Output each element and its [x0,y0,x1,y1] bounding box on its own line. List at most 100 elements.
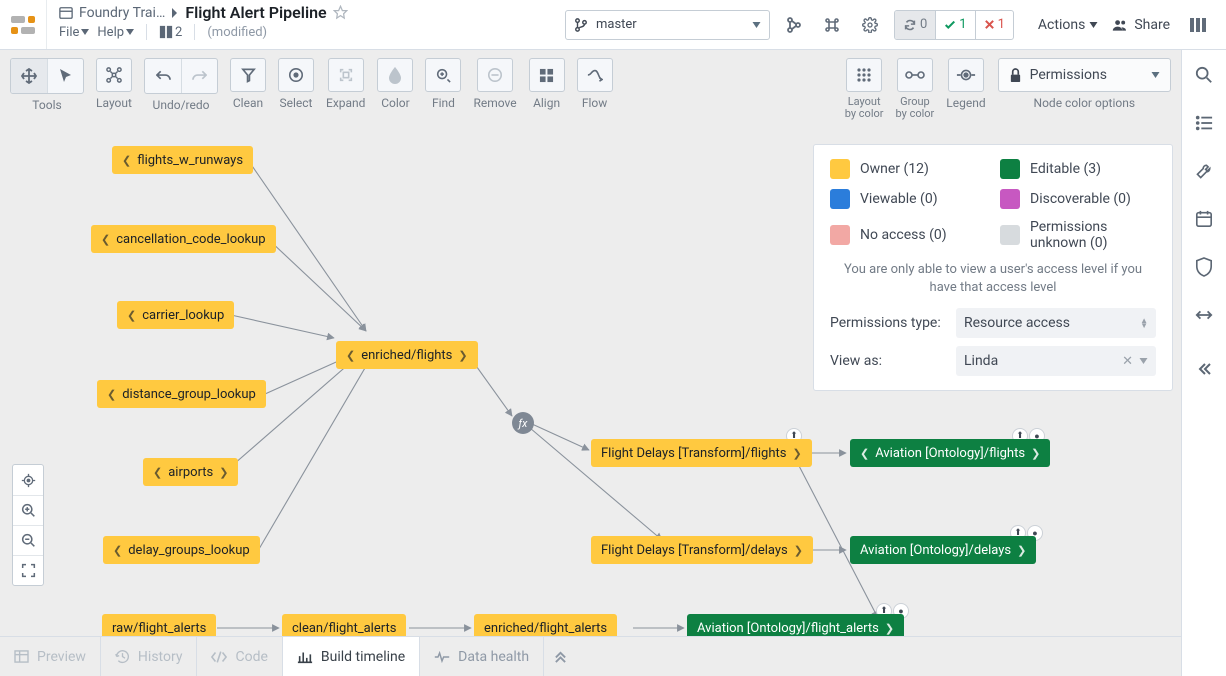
actions-menu[interactable]: Actions [1038,17,1098,33]
tab-build-timeline[interactable]: Build timeline [283,637,420,676]
rail-schedule[interactable] [1182,204,1226,234]
toolbar-layout: Layout [96,58,132,110]
pan-tool-button[interactable] [11,59,47,93]
permissions-type-label: Permissions type: [830,315,948,331]
graph-canvas[interactable]: ❮flights_w_runways ❮cancellation_code_lo… [0,122,1181,636]
panel-count[interactable]: 2 [159,25,182,40]
tab-code[interactable]: Code [197,637,282,676]
tab-data-health[interactable]: Data health [420,637,544,676]
sync-button[interactable]: 0 [895,11,935,39]
legend-viewable: Viewable (0) [830,189,986,209]
command-button[interactable] [818,11,846,39]
tab-history[interactable]: History [101,637,198,676]
toolbar-clean: Clean [230,58,266,110]
view-as-select[interactable]: Linda ✕ [956,346,1156,376]
node-enriched-flights[interactable]: ❮enriched/flights❯ [336,341,478,369]
rail-collapse[interactable] [1182,354,1226,384]
tab-preview[interactable]: Preview [0,637,101,676]
chevron-down-icon [1151,72,1160,78]
node-carrier-lookup[interactable]: ❮carrier_lookup [117,301,234,329]
settings-button[interactable] [856,11,884,39]
toolbar-legend: Legend [946,58,985,110]
node-airports[interactable]: ❮airports❯ [143,458,238,486]
legend-discoverable: Discoverable (0) [1000,189,1156,209]
group-by-color-button[interactable] [897,58,933,92]
status-error[interactable]: 1 [975,11,1013,39]
menu-file[interactable]: File [59,25,89,40]
legend-hint: You are only able to view a user's acces… [830,261,1156,296]
sync-status-group: 0 1 1 [894,10,1014,40]
node-distance-group-lookup[interactable]: ❮distance_group_lookup [97,380,266,408]
x-icon [984,19,995,30]
pulse-icon [434,651,450,663]
group-by-color-label: Groupby color [896,96,935,119]
select-button[interactable] [278,58,314,92]
chevron-left-icon: ❮ [122,154,131,167]
panel-toggle-button[interactable] [1184,11,1212,39]
zoom-out-button[interactable] [13,525,43,555]
star-icon[interactable] [333,5,348,20]
toolbar-permissions: Permissions Node color options [998,58,1171,110]
history-icon [115,649,130,664]
rail-expand[interactable] [1182,300,1226,330]
node-cancellation-code-lookup[interactable]: ❮cancellation_code_lookup [91,225,276,253]
select-tool-button[interactable] [47,59,83,93]
remove-button [477,58,513,92]
zoom-in-button[interactable] [13,495,43,525]
right-rail [1181,50,1226,676]
toolbar-find: Find [425,58,461,110]
refresh-icon [903,18,917,32]
align-button[interactable] [529,58,565,92]
node-flights-w-runways[interactable]: ❮flights_w_runways [112,146,253,174]
top-bar: Foundry Trai… Flight Alert Pipeline File… [0,0,1226,50]
node-flight-delays-delays[interactable]: Flight Delays [Transform]/delays❯ [591,536,813,564]
tab-collapse[interactable] [544,637,577,676]
node-transform-fx[interactable]: ƒx [512,412,534,434]
status-success[interactable]: 1 [935,11,974,39]
color-button [377,58,413,92]
chevron-left-icon: ❮ [860,447,869,460]
people-icon [1112,18,1128,32]
share-button[interactable]: Share [1112,17,1170,33]
toolbar-layout-by-color: Layoutby color [845,58,884,119]
chevron-right-icon: ❯ [885,622,894,635]
breadcrumb-parent[interactable]: Foundry Trai… [79,5,165,21]
branch-select[interactable]: master [565,10,770,40]
branch-graph-button[interactable] [780,11,808,39]
lock-icon [1009,68,1022,83]
chevron-right-icon [171,8,179,18]
rail-health[interactable] [1182,252,1226,282]
toolbar-tools: Tools [10,58,84,112]
legend-button[interactable] [948,58,984,92]
node-aviation-flights[interactable]: ❮Aviation [Ontology]/flights❯ [850,439,1050,467]
toolbar-align: Align [529,58,565,110]
node-aviation-delays[interactable]: Aviation [Ontology]/delays❯ [850,536,1036,564]
permissions-type-select[interactable]: Resource access ▲▼ [956,308,1156,338]
timeline-icon [297,650,313,664]
rail-search[interactable] [1182,60,1226,90]
node-flight-delays-flights[interactable]: Flight Delays [Transform]/flights❯ [591,439,812,467]
rail-list[interactable] [1182,108,1226,138]
layout-button[interactable] [96,58,132,92]
rail-build[interactable] [1182,156,1226,186]
permissions-dropdown[interactable]: Permissions [998,58,1171,92]
node-delay-groups-lookup[interactable]: ❮delay_groups_lookup [103,536,260,564]
locate-button[interactable] [13,465,43,495]
menu-help[interactable]: Help [97,25,134,40]
find-button[interactable] [425,58,461,92]
clean-button[interactable] [230,58,266,92]
chevron-left-icon: ❮ [101,233,110,246]
toolbar-remove: Remove [473,58,516,110]
flow-button[interactable] [577,58,613,92]
chevron-left-icon: ❮ [153,466,162,479]
layout-icon [159,25,173,39]
breadcrumb: Foundry Trai… Flight Alert Pipeline [59,3,543,22]
zoom-fit-button[interactable] [13,555,43,585]
layout-by-color-button[interactable] [846,58,882,92]
view-as-label: View as: [830,353,948,369]
toolbar-undoredo: Undo/redo [144,58,218,112]
clear-icon[interactable]: ✕ [1122,354,1133,369]
undo-button[interactable] [145,59,181,93]
app-logo[interactable] [0,0,47,49]
zoom-controls [12,464,44,586]
